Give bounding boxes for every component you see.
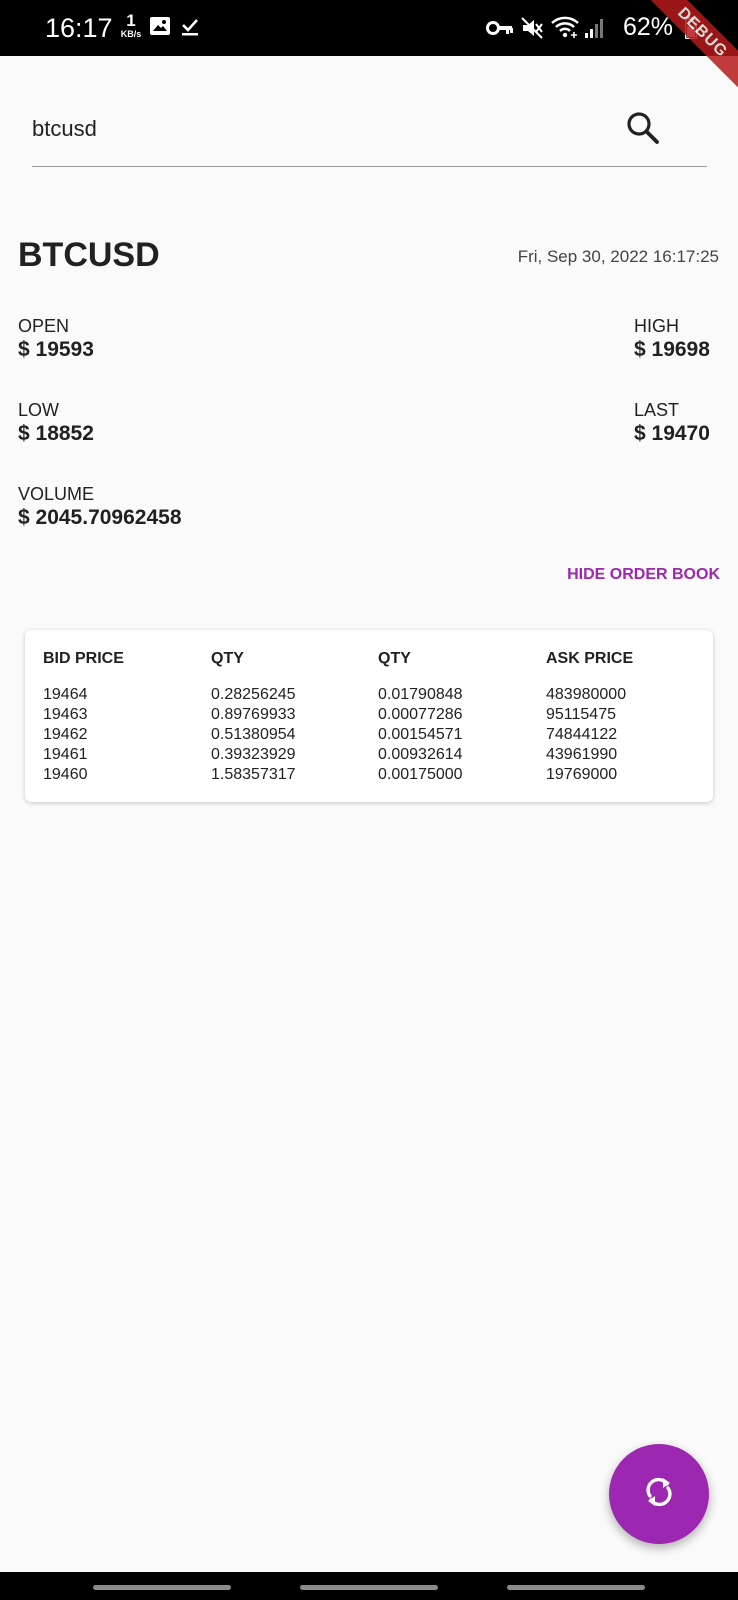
- network-speed-value: 1: [126, 11, 136, 30]
- ask-qty-cell: 0.00175000: [378, 766, 463, 783]
- ask-qty-column: 0.01790848 0.00077286 0.00154571 0.00932…: [378, 685, 463, 785]
- ask-qty-cell: 0.00932614: [378, 746, 463, 763]
- nav-recents-handle[interactable]: [93, 1585, 231, 1590]
- ask-price-cell: 43961990: [546, 746, 618, 763]
- bid-price-header: BID PRICE: [43, 650, 124, 667]
- ask-price-cell: 74844122: [546, 726, 618, 743]
- ask-qty-cell: 0.00077286: [378, 706, 463, 723]
- bid-qty-cell: 0.28256245: [211, 686, 296, 703]
- volume-value: $ 2045.70962458: [18, 506, 182, 529]
- open-label: OPEN: [18, 316, 70, 336]
- bid-price-cell: 19460: [43, 766, 88, 783]
- network-speed-unit: KB/s: [120, 29, 142, 39]
- bid-price-cell: 19464: [43, 686, 88, 703]
- ask-price-cell: 19769000: [546, 766, 618, 783]
- last-value: $ 19470: [634, 422, 710, 445]
- navigation-bar: [0, 1572, 738, 1600]
- open-value: $ 19593: [18, 338, 94, 361]
- network-speed: 1 KB/s: [116, 12, 146, 39]
- hide-order-book-button[interactable]: HIDE ORDER BOOK: [567, 566, 720, 584]
- ask-price-cell: 95115475: [546, 706, 616, 723]
- low-value: $ 18852: [18, 422, 94, 445]
- search-icon[interactable]: [626, 111, 660, 150]
- search-underline: [32, 166, 707, 167]
- bid-qty-cell: 1.58357317: [211, 766, 296, 783]
- status-time: 16:17: [45, 13, 113, 43]
- app-screen: 16:17 1 KB/s 62% DEBUG btcusd BTCUSD Fri…: [0, 0, 738, 1600]
- bid-qty-column: 0.28256245 0.89769933 0.51380954 0.39323…: [211, 685, 296, 785]
- high-label: HIGH: [634, 316, 679, 336]
- ticker-timestamp: Fri, Sep 30, 2022 16:17:25: [517, 247, 719, 266]
- nav-home-handle[interactable]: [300, 1585, 438, 1590]
- bid-qty-cell: 0.51380954: [211, 726, 296, 743]
- search-input[interactable]: btcusd: [32, 116, 97, 142]
- signal-icon: [584, 17, 604, 44]
- bid-price-cell: 19461: [43, 746, 88, 763]
- mute-icon: [520, 16, 544, 45]
- ask-price-header: ASK PRICE: [546, 650, 634, 667]
- last-label: LAST: [634, 400, 680, 420]
- status-bar: 16:17 1 KB/s 62%: [0, 0, 738, 56]
- battery-percent: 62%: [623, 13, 674, 41]
- high-value: $ 19698: [634, 338, 710, 361]
- volume-label: VOLUME: [18, 484, 95, 504]
- ask-qty-header: QTY: [378, 650, 411, 667]
- ticker-symbol: BTCUSD: [18, 236, 160, 274]
- bid-price-column: 19464 19463 19462 19461 19460: [43, 685, 88, 785]
- ask-qty-cell: 0.00154571: [378, 726, 463, 743]
- refresh-icon: [641, 1474, 677, 1515]
- ask-price-cell: 483980000: [546, 686, 627, 703]
- ask-price-column: 483980000 95115475 74844122 43961990 197…: [546, 685, 626, 785]
- order-book-card: BID PRICE QTY QTY ASK PRICE 19464 19463 …: [25, 630, 713, 802]
- image-icon: [149, 16, 171, 41]
- bid-qty-cell: 0.89769933: [211, 706, 296, 723]
- ask-qty-cell: 0.01790848: [378, 686, 463, 703]
- refresh-button[interactable]: [609, 1444, 709, 1544]
- bid-price-cell: 19463: [43, 706, 88, 723]
- low-label: LOW: [18, 400, 60, 420]
- nav-back-handle[interactable]: [507, 1585, 645, 1590]
- wifi-icon: [550, 15, 580, 44]
- vpn-key-icon: [486, 20, 514, 41]
- bid-price-cell: 19462: [43, 726, 88, 743]
- download-done-icon: [180, 18, 200, 41]
- bid-qty-cell: 0.39323929: [211, 746, 296, 763]
- bid-qty-header: QTY: [211, 650, 244, 667]
